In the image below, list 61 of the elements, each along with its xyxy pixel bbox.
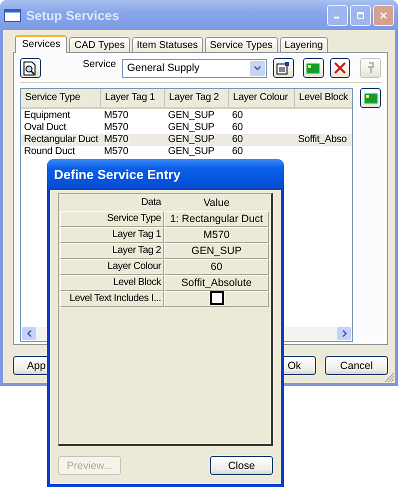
list-row[interactable]: Oval Duct M570 GEN_SUP 60 xyxy=(21,122,352,134)
property-value[interactable]: 60 xyxy=(164,259,269,275)
list-cell-text: GEN_SUP xyxy=(167,134,216,146)
property-label: Layer Tag 2 xyxy=(60,243,164,259)
list-row[interactable]: Rectangular Duct M570 GEN_SUP 60 Soffit_Abso xyxy=(21,134,352,146)
properties-icon[interactable] xyxy=(273,58,294,78)
column-header[interactable]: Layer Colour xyxy=(229,89,295,107)
tab[interactable]: Item Statuses xyxy=(132,37,203,52)
list-row[interactable]: Equipment M570 GEN_SUP 60 xyxy=(21,110,352,122)
list-cell-text: Soffit_Abso xyxy=(297,134,348,146)
list-cell-text: 60 xyxy=(231,146,244,158)
list-cell-text: Equipment xyxy=(23,110,72,122)
property-label: Layer Tag 1 xyxy=(60,227,164,243)
service-label: Service xyxy=(82,59,116,70)
property-value[interactable]: GEN_SUP xyxy=(164,243,269,259)
list-cell-text: Rectangular Duct xyxy=(23,134,100,146)
scroll-right-icon[interactable] xyxy=(337,327,351,340)
tab[interactable]: CAD Types xyxy=(69,37,130,52)
resize-grip-icon[interactable] xyxy=(385,373,395,383)
list-cell-text: M570 xyxy=(103,122,130,134)
list-cell-text: GEN_SUP xyxy=(167,146,216,158)
list-cell-text: 60 xyxy=(231,134,244,146)
window-title: Setup Services xyxy=(26,8,120,22)
property-value[interactable]: 1: Rectangular Duct xyxy=(164,211,269,227)
close-icon xyxy=(380,10,387,20)
cancel-button[interactable]: Cancel xyxy=(325,356,388,375)
column-header: Data xyxy=(140,196,162,210)
list-row[interactable]: Round Duct M570 GEN_SUP 60 xyxy=(21,146,352,158)
property-label: Level Text Includes I... xyxy=(60,291,164,307)
tab[interactable]: Service Types xyxy=(204,37,278,52)
checkbox[interactable] xyxy=(210,291,224,306)
property-label: Level Block xyxy=(60,275,164,291)
tab[interactable]: Services xyxy=(15,35,68,53)
column-header[interactable]: Service Type xyxy=(21,89,101,107)
list-cell-text: Round Duct xyxy=(23,146,76,158)
list-cell-text: M570 xyxy=(103,110,130,122)
list-cell-text: M570 xyxy=(103,134,130,146)
column-header[interactable]: Level Block xyxy=(295,89,352,107)
property-label: Service Type xyxy=(60,211,164,227)
property-label: Layer Colour xyxy=(60,259,164,275)
property-value[interactable]: M570 xyxy=(164,227,269,243)
list-cell-text: 60 xyxy=(231,122,244,134)
list-cell-text: 60 xyxy=(231,110,244,122)
maximize-icon xyxy=(357,10,364,20)
property-value[interactable] xyxy=(164,291,269,307)
tab[interactable]: Layering xyxy=(280,37,328,52)
column-header: Value xyxy=(202,196,231,211)
scroll-left-icon[interactable] xyxy=(22,327,36,340)
column-header[interactable]: Layer Tag 2 xyxy=(165,89,229,107)
close-button[interactable]: Close xyxy=(210,456,273,475)
property-value[interactable]: Soffit_Absolute xyxy=(164,275,269,291)
preview-icon[interactable] xyxy=(20,58,41,78)
list-cell-text: GEN_SUP xyxy=(167,110,216,122)
service-dropdown[interactable]: General Supply xyxy=(122,58,268,78)
list-cell-text: Oval Duct xyxy=(23,122,68,134)
column-header[interactable]: Layer Tag 1 xyxy=(101,89,165,107)
delete-icon[interactable] xyxy=(330,58,350,78)
window-icon xyxy=(4,8,21,22)
list-cell-text: M570 xyxy=(103,146,130,158)
dialog-title: Define Service Entry xyxy=(54,167,182,182)
list-cell-text: GEN_SUP xyxy=(167,122,216,134)
